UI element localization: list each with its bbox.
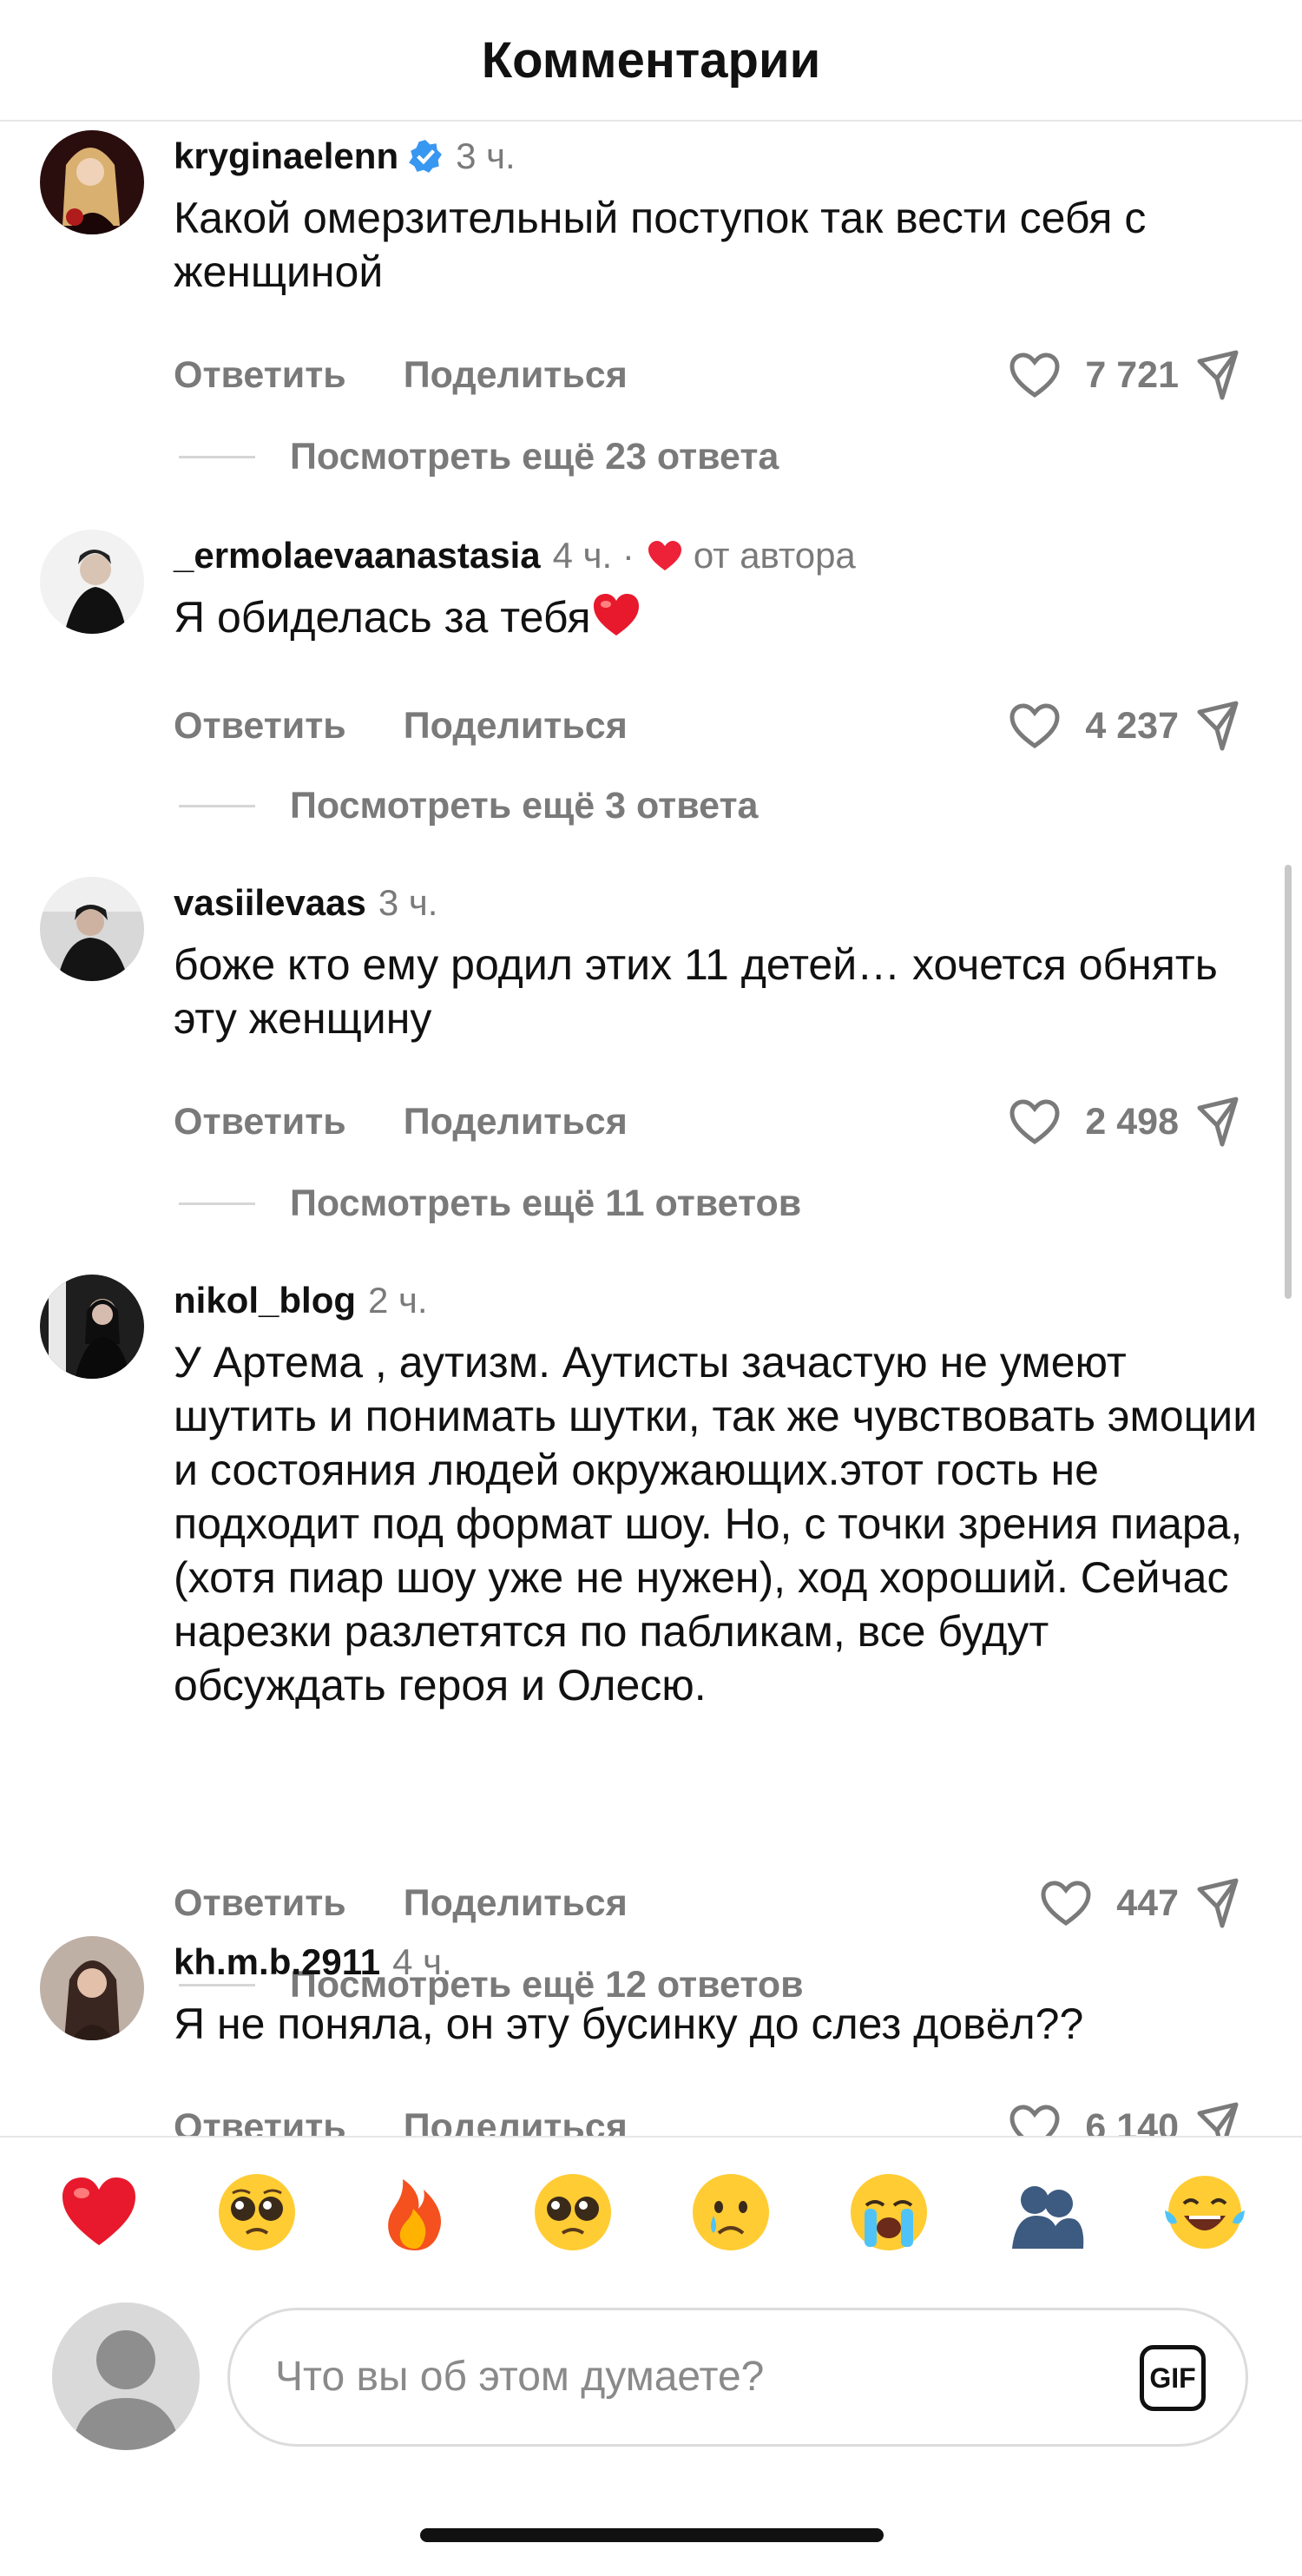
view-replies[interactable]: Посмотреть ещё 23 ответа	[179, 436, 779, 478]
like-area: 4 237	[1007, 700, 1302, 752]
avatar[interactable]	[40, 877, 144, 981]
share-icon[interactable]	[1196, 1096, 1248, 1148]
like-area: 6 140	[1007, 2101, 1302, 2136]
comment-meta: vasiilevaas 3 ч.	[174, 882, 437, 924]
reply-button[interactable]: Ответить	[174, 705, 346, 748]
view-replies-text[interactable]: Посмотреть ещё 11 ответов	[290, 1183, 801, 1225]
by-author-label: от автора	[693, 535, 856, 576]
comment-text: У Артема , аутизм. Аутисты зачастую не у…	[174, 1338, 1258, 1710]
liked-by-author: от автора	[647, 535, 856, 576]
comment-text: Я не поняла, он эту бусинку до слез довё…	[174, 2000, 1084, 2048]
view-replies[interactable]: Посмотреть ещё 3 ответа	[179, 785, 758, 827]
comment-meta: nikol_blog 2 ч.	[174, 1280, 428, 1321]
share-button[interactable]: Поделиться	[404, 705, 628, 748]
reply-button[interactable]: Ответить	[174, 1101, 346, 1143]
like-area: 447	[1007, 1877, 1302, 1929]
comment-time: 3 ч.	[378, 882, 438, 923]
comment-composer: GIF	[0, 2292, 1302, 2492]
comment-meta: kryginaelenn 3 ч.	[174, 135, 516, 177]
avatar[interactable]	[40, 1275, 144, 1379]
view-replies-text[interactable]: Посмотреть ещё 3 ответа	[290, 785, 758, 827]
comment-meta: _ermolaevaanastasia 4 ч. · от автора	[174, 535, 856, 576]
comment-time: 3 ч.	[456, 135, 516, 176]
heart-icon[interactable]	[1009, 352, 1061, 399]
comment-time: 4 ч.	[392, 1941, 452, 1982]
red-heart-emoji-icon[interactable]	[57, 2171, 141, 2254]
heart-icon[interactable]	[1009, 1098, 1061, 1145]
share-icon[interactable]	[1196, 700, 1248, 752]
comment-text-body: Я обиделась за тебя	[174, 593, 591, 642]
reply-button[interactable]: Ответить	[174, 2106, 346, 2136]
replies-divider	[179, 805, 255, 807]
username[interactable]: kh.m.b.2911	[174, 1941, 380, 1983]
share-icon[interactable]	[1196, 2101, 1248, 2136]
crying-face-emoji-icon[interactable]	[689, 2171, 773, 2254]
fire-emoji-icon[interactable]	[373, 2171, 457, 2254]
username[interactable]: nikol_blog	[174, 1280, 356, 1321]
share-button[interactable]: Поделиться	[404, 2106, 628, 2136]
page-title: Комментарии	[481, 31, 821, 89]
comment-text: Какой омерзительный поступок так вести с…	[174, 194, 1147, 296]
people-hugging-emoji-icon[interactable]	[1005, 2171, 1088, 2254]
comment-actions: Ответить Поделиться	[174, 1882, 628, 1925]
face-with-tears-of-joy-emoji-icon[interactable]	[1163, 2171, 1246, 2254]
heart-icon[interactable]	[1040, 1880, 1092, 1927]
avatar[interactable]	[40, 130, 144, 234]
like-count: 2 498	[1085, 1100, 1179, 1143]
pleading-face-emoji-icon[interactable]	[531, 2171, 615, 2254]
comment-actions: Ответить Поделиться	[174, 1101, 628, 1143]
username[interactable]: vasiilevaas	[174, 882, 366, 924]
replies-divider	[179, 1202, 255, 1205]
comment-actions: Ответить Поделиться	[174, 705, 628, 748]
my-avatar[interactable]	[52, 2303, 200, 2450]
comment-meta: kh.m.b.2911 4 ч.	[174, 1941, 452, 1983]
red-heart-icon	[648, 541, 681, 570]
share-button[interactable]: Поделиться	[404, 1882, 628, 1925]
red-heart-emoji-icon	[594, 594, 640, 636]
pleading-face-emoji-icon[interactable]	[215, 2171, 299, 2254]
like-count: 4 237	[1085, 704, 1179, 747]
comments-list: kryginaelenn 3 ч. Какой омерзительный по…	[0, 122, 1302, 2136]
heart-icon[interactable]	[1009, 702, 1061, 749]
view-replies[interactable]: Посмотреть ещё 11 ответов	[179, 1183, 801, 1225]
comment-input[interactable]	[273, 2345, 1058, 2408]
like-count: 447	[1116, 1881, 1179, 1924]
emoji-reaction-bar	[0, 2136, 1302, 2294]
reply-button[interactable]: Ответить	[174, 354, 346, 397]
replies-divider	[179, 456, 255, 458]
comment-actions: Ответить Поделиться	[174, 2106, 628, 2136]
like-area: 7 721	[1007, 349, 1302, 401]
comment-time: 2 ч.	[368, 1280, 428, 1321]
like-area: 2 498	[1007, 1096, 1302, 1148]
comments-header: Комментарии	[0, 0, 1302, 122]
view-replies-text[interactable]: Посмотреть ещё 23 ответа	[290, 436, 779, 478]
username[interactable]: _ermolaevaanastasia	[174, 535, 541, 576]
home-indicator[interactable]	[420, 2528, 884, 2542]
loudly-crying-face-emoji-icon[interactable]	[847, 2171, 930, 2254]
comment-input-box[interactable]: GIF	[227, 2308, 1248, 2447]
avatar[interactable]	[40, 1936, 144, 2040]
share-icon[interactable]	[1196, 1877, 1248, 1929]
username[interactable]: kryginaelenn	[174, 135, 398, 177]
reply-button[interactable]: Ответить	[174, 1882, 346, 1925]
replies-divider	[179, 1984, 255, 1986]
verified-badge-icon	[409, 140, 443, 173]
comment-text: Я обиделась за тебя	[174, 590, 1267, 644]
like-count: 6 140	[1085, 2105, 1179, 2137]
share-button[interactable]: Поделиться	[404, 1101, 628, 1143]
heart-icon[interactable]	[1009, 2104, 1061, 2136]
like-count: 7 721	[1085, 353, 1179, 396]
comment-text: боже кто ему родил этих 11 детей… хочетс…	[174, 940, 1218, 1043]
share-icon[interactable]	[1196, 349, 1248, 401]
comment-actions: Ответить Поделиться	[174, 354, 628, 397]
share-button[interactable]: Поделиться	[404, 354, 628, 397]
gif-button[interactable]: GIF	[1140, 2345, 1206, 2411]
comment-time: 4 ч. ·	[552, 535, 635, 576]
avatar[interactable]	[40, 530, 144, 634]
